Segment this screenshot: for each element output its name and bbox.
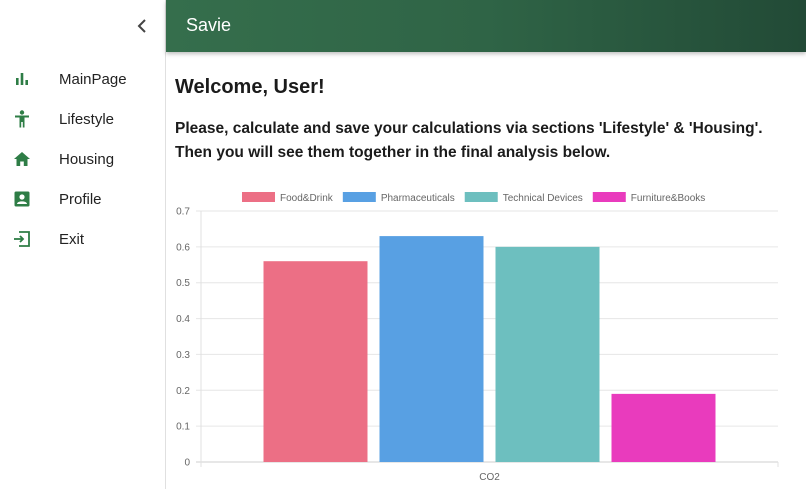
chart-bar	[495, 246, 600, 462]
profile-icon	[11, 188, 33, 210]
app-title: Savie	[186, 15, 232, 35]
chart-svg: 0 0.1 0.2 0.3 0.4 0.5 0.6 0.7 CO2 Food&Drink Pharm…	[176, 192, 779, 483]
y-tick-label: 0.2	[176, 386, 190, 397]
sidebar-item-lifestyle[interactable]: Lifestyle	[0, 99, 165, 139]
y-tick-label: 0.4	[176, 314, 190, 325]
exit-icon	[11, 228, 33, 250]
sidebar-item-profile[interactable]: Profile	[0, 179, 165, 219]
sidebar-item-exit[interactable]: Exit	[0, 219, 165, 259]
instructions-text: Please, calculate and save your calculat…	[175, 120, 763, 161]
legend-label: Pharmaceuticals	[381, 193, 455, 204]
legend-label: Food&Drink	[280, 193, 334, 204]
chart-bar	[611, 393, 716, 462]
legend-swatch	[464, 192, 498, 202]
sidebar: MainPage Lifestyle Housing Profile Exit	[0, 0, 166, 489]
emissions-chart: 0 0.1 0.2 0.3 0.4 0.5 0.6 0.7 CO2 Food&Drink Pharm…	[166, 185, 806, 489]
x-tick-label: CO2	[479, 472, 500, 483]
legend-swatch	[592, 192, 626, 202]
sidebar-item-housing[interactable]: Housing	[0, 139, 165, 179]
y-tick-label: 0.1	[176, 422, 190, 433]
y-tick-label: 0.6	[176, 242, 190, 253]
chart-bar	[263, 261, 368, 462]
sidebar-item-label: MainPage	[59, 70, 127, 88]
sidebar-item-label: Profile	[59, 190, 102, 208]
legend-swatch	[342, 192, 376, 202]
bar-chart-icon	[11, 68, 33, 90]
y-tick-label: 0.3	[176, 350, 190, 361]
sidebar-item-label: Housing	[59, 150, 115, 168]
chevron-left-icon	[137, 19, 146, 33]
sidebar-nav: MainPage Lifestyle Housing Profile Exit	[0, 59, 165, 259]
app-bar: Savie	[166, 0, 806, 52]
y-tick-label: 0	[184, 458, 190, 469]
home-icon	[11, 148, 33, 170]
welcome-heading: Welcome, User!	[175, 76, 325, 98]
chart-bar	[379, 236, 484, 462]
legend-swatch	[242, 192, 275, 202]
y-tick-label: 0.5	[176, 278, 190, 289]
collapse-sidebar-button[interactable]	[133, 16, 151, 36]
legend-label: Technical Devices	[503, 193, 583, 204]
y-tick-label: 0.7	[176, 207, 190, 218]
legend-label: Furniture&Books	[631, 193, 705, 204]
main-content: Welcome, User! Please, calculate and sav…	[175, 76, 800, 165]
sidebar-item-mainpage[interactable]: MainPage	[0, 59, 165, 99]
sidebar-item-label: Exit	[59, 230, 85, 248]
sidebar-item-label: Lifestyle	[59, 110, 115, 128]
person-icon	[11, 108, 33, 130]
